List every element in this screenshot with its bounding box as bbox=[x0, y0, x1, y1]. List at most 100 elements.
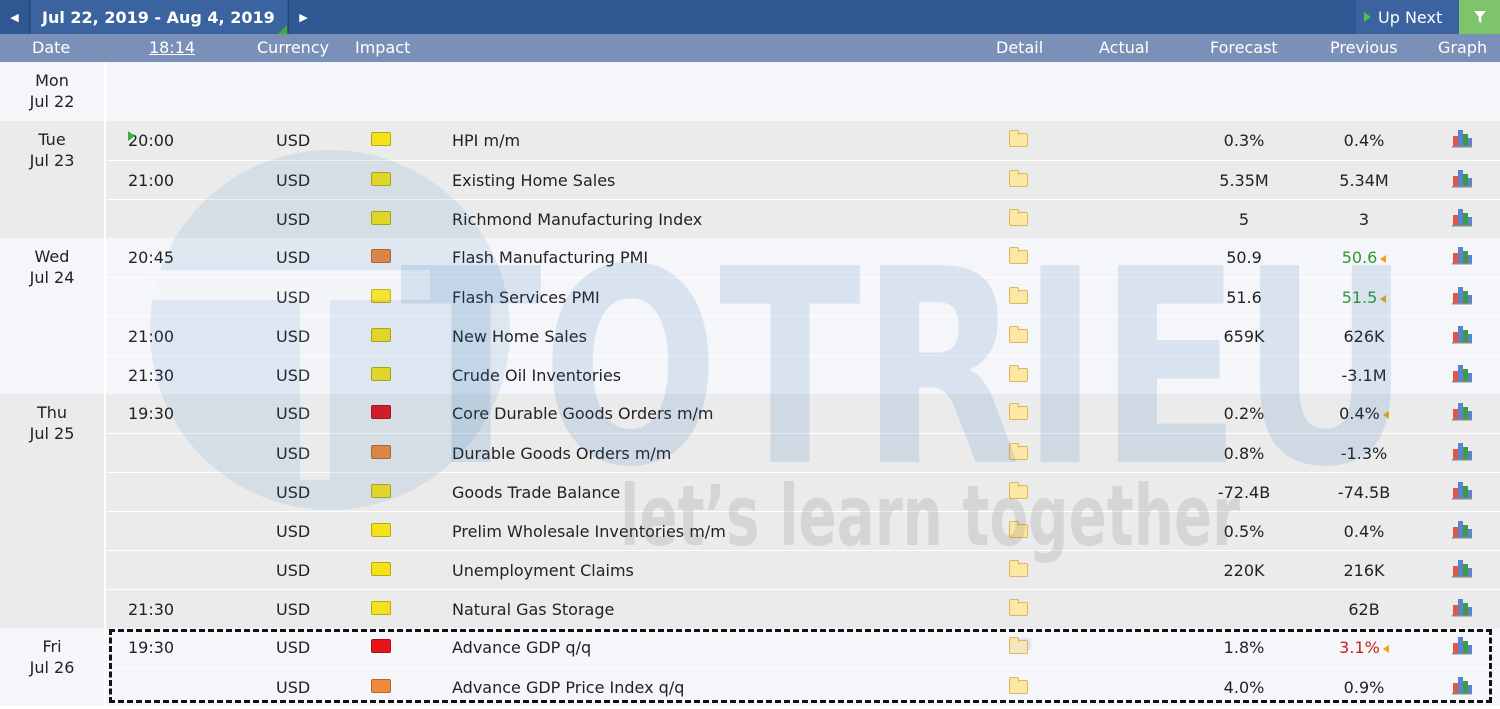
event-title[interactable]: New Home Sales bbox=[452, 327, 587, 346]
impact-low-icon[interactable] bbox=[371, 484, 391, 498]
event-title[interactable]: Natural Gas Storage bbox=[452, 600, 614, 619]
folder-icon[interactable] bbox=[1009, 599, 1028, 616]
folder-icon[interactable] bbox=[1009, 403, 1028, 420]
impact-low-icon[interactable] bbox=[371, 601, 391, 615]
impact-low-icon[interactable] bbox=[371, 328, 391, 342]
filter-button[interactable] bbox=[1459, 0, 1500, 34]
day-of-week: Mon bbox=[35, 71, 69, 90]
impact-low-icon[interactable] bbox=[371, 211, 391, 225]
event-previous-value: 0.9% bbox=[1343, 678, 1385, 697]
event-row[interactable]: 21:00 USD New Home Sales 659K 626K bbox=[106, 316, 1500, 355]
event-row[interactable]: 20:00 USD HPI m/m 0.3% 0.4% bbox=[106, 121, 1500, 160]
header-actual: Actual bbox=[1099, 38, 1150, 57]
event-title[interactable]: Flash Manufacturing PMI bbox=[452, 248, 648, 267]
impact-low-icon[interactable] bbox=[371, 367, 391, 381]
folder-icon[interactable] bbox=[1009, 287, 1028, 304]
event-row[interactable]: 19:30 USD Advance GDP q/q 1.8% 3.1% bbox=[106, 628, 1500, 667]
event-title[interactable]: Flash Services PMI bbox=[452, 288, 600, 307]
bar-chart-icon[interactable] bbox=[1451, 167, 1473, 189]
day-date: Jul 23 bbox=[29, 151, 75, 170]
impact-medium-icon[interactable] bbox=[371, 679, 391, 693]
event-row[interactable]: 21:00 USD Existing Home Sales 5.35M 5.34M bbox=[106, 160, 1500, 199]
up-next-button[interactable]: Up Next bbox=[1356, 0, 1459, 34]
bar-chart-icon[interactable] bbox=[1451, 596, 1473, 618]
bar-chart-icon[interactable] bbox=[1451, 518, 1473, 540]
event-title[interactable]: Unemployment Claims bbox=[452, 561, 634, 580]
impact-medium-icon[interactable] bbox=[371, 249, 391, 263]
event-title[interactable]: Core Durable Goods Orders m/m bbox=[452, 404, 714, 423]
impact-medium-icon[interactable] bbox=[371, 445, 391, 459]
event-previous: 216K bbox=[1304, 561, 1424, 580]
bar-chart-icon[interactable] bbox=[1451, 206, 1473, 228]
bar-chart-icon[interactable] bbox=[1451, 634, 1473, 656]
bar-chart-icon[interactable] bbox=[1451, 400, 1473, 422]
header-time-clock[interactable]: 18:14 bbox=[149, 34, 195, 62]
bar-chart-icon[interactable] bbox=[1451, 127, 1473, 149]
folder-icon[interactable] bbox=[1009, 209, 1028, 226]
folder-icon[interactable] bbox=[1009, 482, 1028, 499]
impact-low-icon[interactable] bbox=[371, 172, 391, 186]
bar-chart-icon[interactable] bbox=[1451, 479, 1473, 501]
event-title[interactable]: Crude Oil Inventories bbox=[452, 366, 621, 385]
event-row[interactable]: 21:30 USD Crude Oil Inventories -3.1M bbox=[106, 355, 1500, 394]
impact-low-icon[interactable] bbox=[371, 562, 391, 576]
event-previous: -3.1M bbox=[1304, 366, 1424, 385]
bar-chart-icon[interactable] bbox=[1451, 284, 1473, 306]
impact-low-icon[interactable] bbox=[371, 132, 391, 146]
folder-icon[interactable] bbox=[1009, 677, 1028, 694]
event-title[interactable]: Durable Goods Orders m/m bbox=[452, 444, 671, 463]
bar-chart-icon[interactable] bbox=[1451, 244, 1473, 266]
triangle-right-icon: ▶ bbox=[299, 10, 308, 24]
folder-icon[interactable] bbox=[1009, 521, 1028, 538]
event-row[interactable]: 19:30 USD Core Durable Goods Orders m/m 0.2… bbox=[106, 394, 1500, 433]
folder-icon[interactable] bbox=[1009, 170, 1028, 187]
next-week-button[interactable]: ▶ bbox=[288, 0, 318, 34]
event-previous: 51.5 bbox=[1304, 288, 1424, 307]
event-previous: -1.3% bbox=[1304, 444, 1424, 463]
date-range-selector[interactable]: Jul 22, 2019 - Aug 4, 2019 bbox=[31, 0, 287, 34]
bar-chart-icon[interactable] bbox=[1451, 440, 1473, 462]
day-label: Wed Jul 24 bbox=[0, 246, 104, 288]
revised-marker-icon[interactable] bbox=[1382, 644, 1389, 653]
event-forecast: 5 bbox=[1238, 210, 1250, 229]
revised-marker-icon[interactable] bbox=[1380, 254, 1387, 263]
bar-chart-icon[interactable] bbox=[1451, 362, 1473, 384]
event-title[interactable]: Goods Trade Balance bbox=[452, 483, 620, 502]
bar-chart-icon[interactable] bbox=[1451, 674, 1473, 696]
event-row[interactable]: USD Richmond Manufacturing Index 5 3 bbox=[106, 199, 1500, 238]
event-row[interactable]: USD Prelim Wholesale Inventories m/m 0.5% 0… bbox=[106, 511, 1500, 550]
previous-week-button[interactable]: ◀ bbox=[0, 0, 30, 34]
revised-marker-icon[interactable] bbox=[1382, 410, 1389, 419]
event-forecast: 220K bbox=[1223, 561, 1265, 580]
event-row[interactable]: USD Durable Goods Orders m/m 0.8% -1.3% bbox=[106, 433, 1500, 472]
event-title[interactable]: Existing Home Sales bbox=[452, 171, 615, 190]
event-title[interactable]: Advance GDP Price Index q/q bbox=[452, 678, 684, 697]
bar-chart-icon[interactable] bbox=[1451, 557, 1473, 579]
event-row[interactable]: USD Goods Trade Balance -72.4B -74.5B bbox=[106, 472, 1500, 511]
folder-icon[interactable] bbox=[1009, 365, 1028, 382]
impact-low-icon[interactable] bbox=[371, 523, 391, 537]
event-row[interactable]: USD Flash Services PMI 51.6 51.5 bbox=[106, 277, 1500, 316]
event-forecast: 51.6 bbox=[1226, 288, 1262, 307]
impact-high-icon[interactable] bbox=[371, 405, 391, 419]
folder-icon[interactable] bbox=[1009, 326, 1028, 343]
revised-marker-icon[interactable] bbox=[1380, 294, 1387, 303]
event-title[interactable]: Richmond Manufacturing Index bbox=[452, 210, 702, 229]
impact-high-icon[interactable] bbox=[371, 639, 391, 653]
corner-marker-icon bbox=[278, 25, 287, 34]
event-title[interactable]: Prelim Wholesale Inventories m/m bbox=[452, 522, 726, 541]
bar-chart-icon[interactable] bbox=[1451, 323, 1473, 345]
event-row[interactable]: 21:30 USD Natural Gas Storage 62B bbox=[106, 589, 1500, 628]
event-row[interactable]: 20:45 USD Flash Manufacturing PMI 50.9 50.6 bbox=[106, 238, 1500, 277]
folder-icon[interactable] bbox=[1009, 443, 1028, 460]
impact-low-icon[interactable] bbox=[371, 289, 391, 303]
event-row[interactable]: USD Advance GDP Price Index q/q 4.0% 0.9% bbox=[106, 667, 1500, 706]
event-row[interactable]: USD Unemployment Claims 220K 216K bbox=[106, 550, 1500, 589]
event-time-text: 21:30 bbox=[128, 366, 175, 385]
folder-icon[interactable] bbox=[1009, 247, 1028, 264]
event-title[interactable]: HPI m/m bbox=[452, 131, 520, 150]
folder-icon[interactable] bbox=[1009, 637, 1028, 654]
folder-icon[interactable] bbox=[1009, 560, 1028, 577]
event-title[interactable]: Advance GDP q/q bbox=[452, 638, 591, 657]
folder-icon[interactable] bbox=[1009, 130, 1028, 147]
